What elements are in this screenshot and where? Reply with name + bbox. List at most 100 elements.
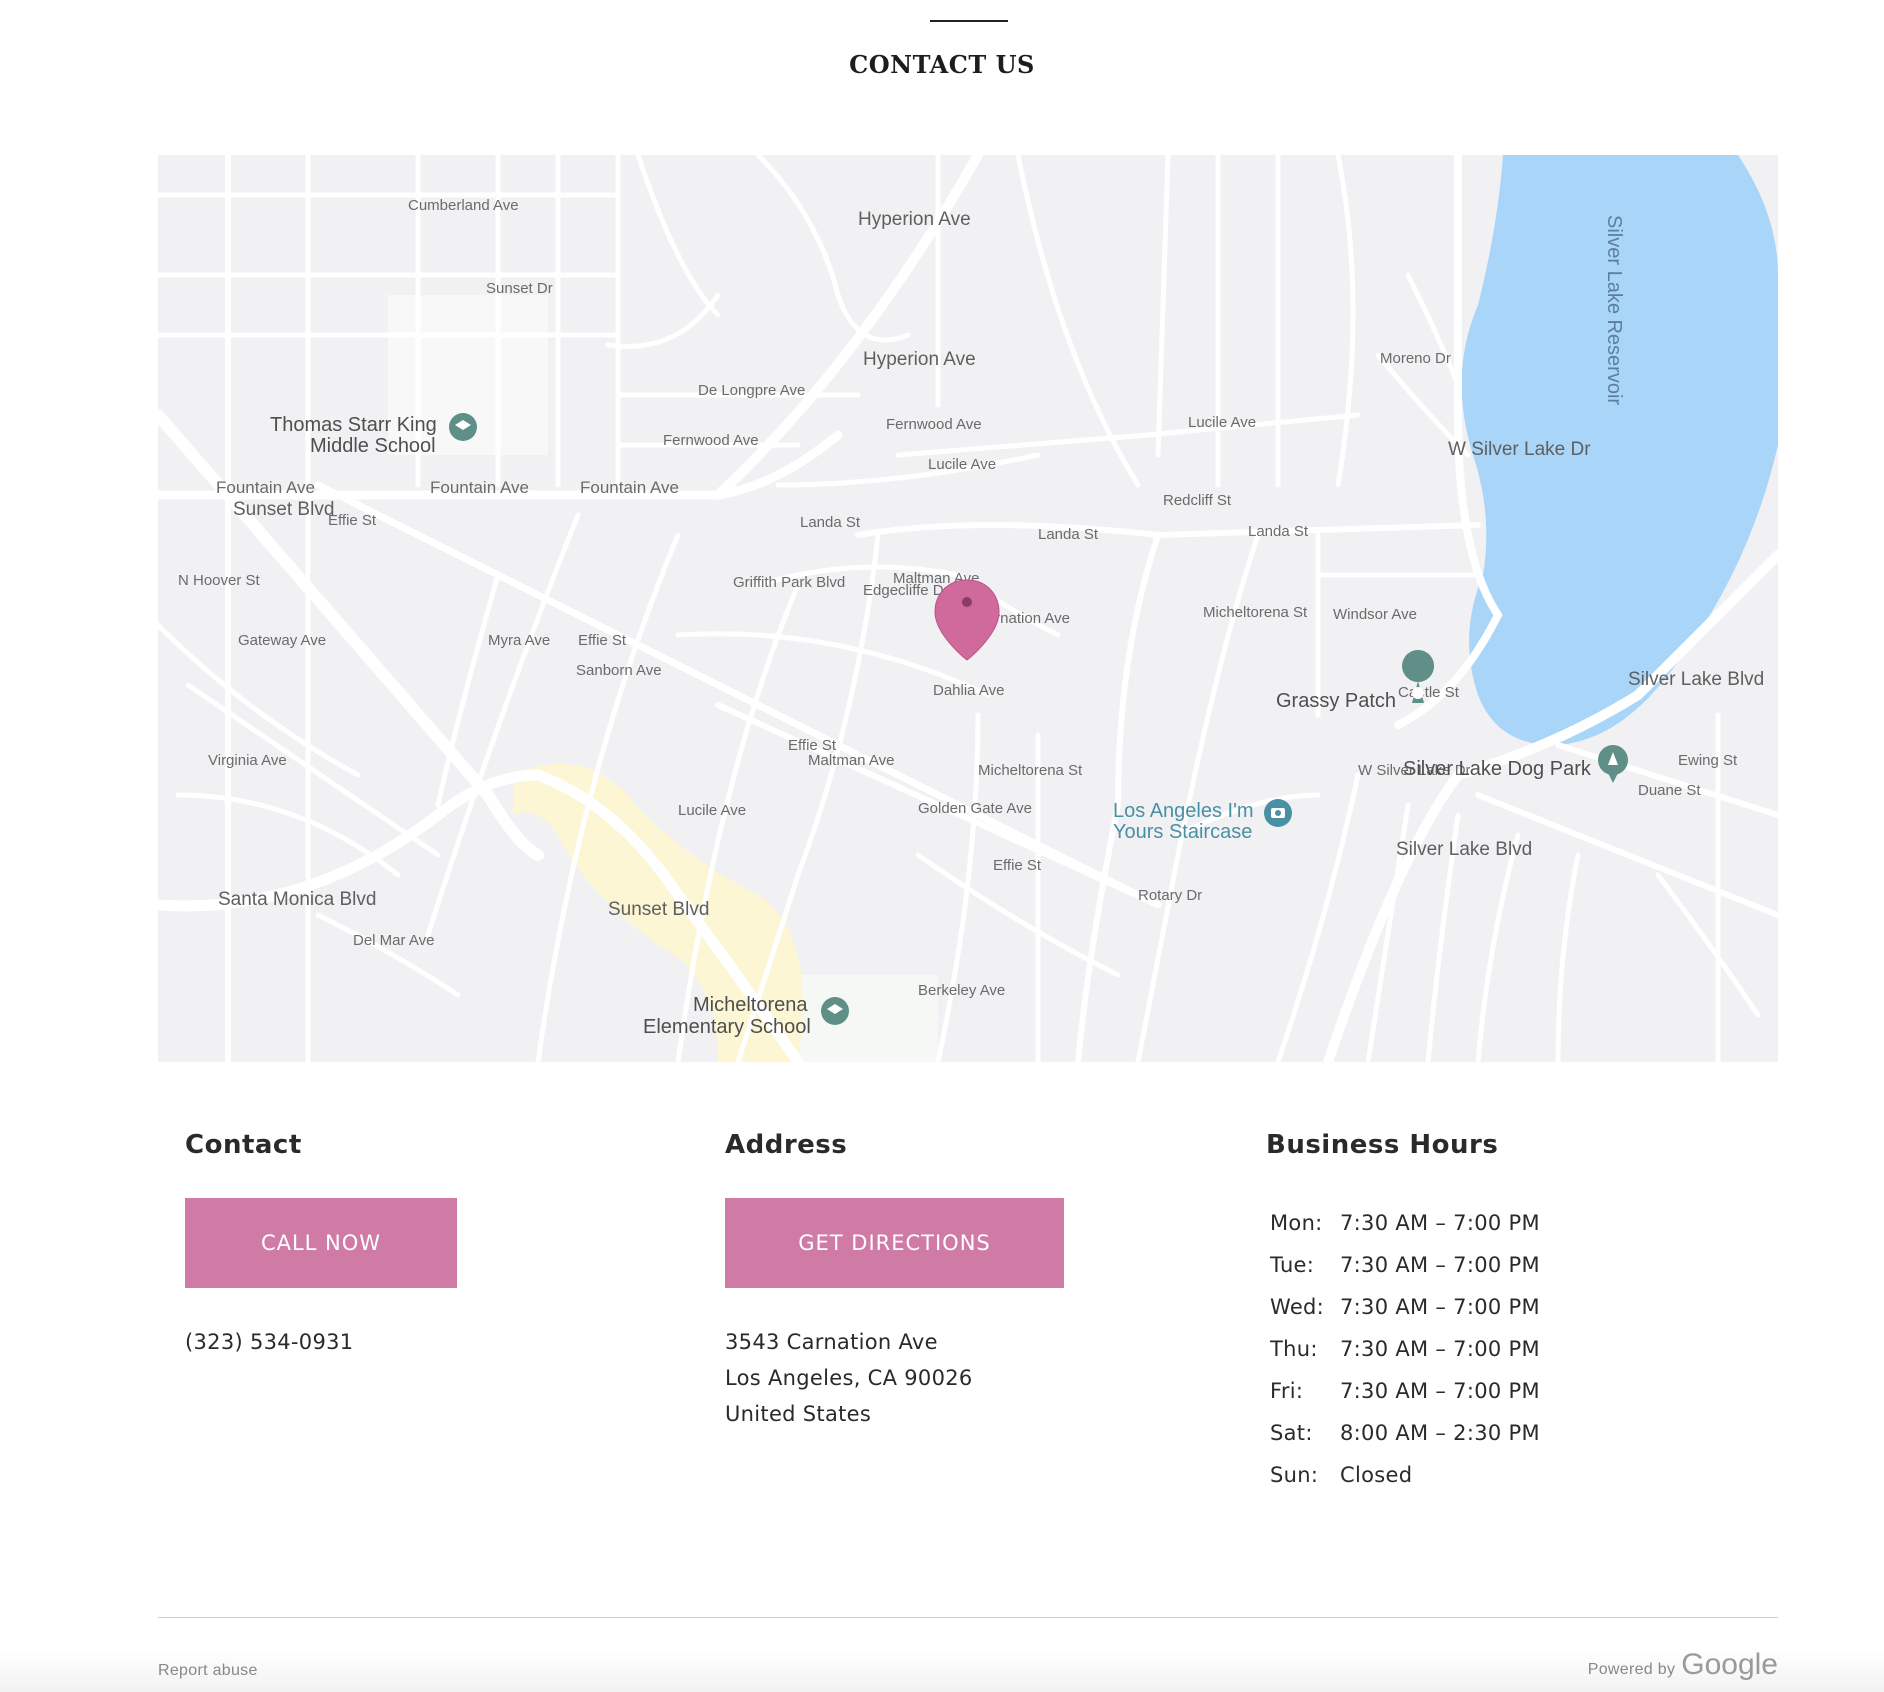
address-block: 3543 Carnation Ave Los Angeles, CA 90026… — [725, 1324, 973, 1432]
street-label: Lucile Ave — [678, 802, 746, 819]
location-pin-icon[interactable] — [934, 579, 1000, 661]
phone-number[interactable]: (323) 534-0931 — [185, 1324, 353, 1360]
contact-heading: Contact — [185, 1130, 302, 1160]
title-divider — [930, 20, 1008, 22]
street-label: Fernwood Ave — [663, 432, 759, 449]
poi-label: Grassy Patch — [1276, 690, 1396, 712]
powered-by-google: Powered by Google — [1588, 1648, 1778, 1682]
street-label: Micheltorena St — [1203, 604, 1308, 621]
hours-day: Wed: — [1270, 1295, 1325, 1319]
road-effie — [314, 481, 1162, 909]
street-label: Landa St — [1248, 523, 1309, 540]
school-icon[interactable] — [449, 413, 477, 441]
street-label: Golden Gate Ave — [918, 800, 1032, 817]
street-label: N Hoover St — [178, 572, 261, 589]
poi-label: Silver Lake Dog Park — [1403, 758, 1592, 780]
hours-row: Mon: 7:30 AM – 7:00 PM — [1266, 1202, 1540, 1244]
school-icon[interactable] — [821, 997, 849, 1025]
hours-row: Sat: 8:00 AM – 2:30 PM — [1266, 1412, 1540, 1454]
street-label: Lucile Ave — [1188, 414, 1256, 431]
hours-day: Thu: — [1270, 1337, 1318, 1361]
street-label: Fountain Ave — [430, 478, 529, 497]
hours-time: 7:30 AM – 7:00 PM — [1340, 1253, 1540, 1277]
street-label: Ewing St — [1678, 752, 1738, 769]
address-column: Address — [725, 1130, 847, 1160]
park-pin-icon[interactable] — [1598, 745, 1628, 783]
poi-label: Los Angeles I'm — [1113, 800, 1254, 822]
hours-row: Wed: 7:30 AM – 7:00 PM — [1266, 1286, 1540, 1328]
map-canvas[interactable]: Fountain Ave Fountain Ave Fountain Ave C… — [158, 155, 1778, 1062]
hours-time: Closed — [1340, 1463, 1413, 1487]
hours-day: Tue: — [1270, 1253, 1315, 1277]
poi-label: Yours Staircase — [1113, 821, 1252, 843]
street-label: Effie St — [328, 512, 377, 529]
get-directions-button[interactable]: GET DIRECTIONS — [725, 1198, 1064, 1288]
street-label: Sunset Blvd — [233, 499, 334, 520]
street-label: Myra Ave — [488, 632, 550, 649]
street-label: Redcliff St — [1163, 492, 1232, 509]
street-label: Fountain Ave — [580, 478, 679, 497]
poi-label: Elementary School — [643, 1016, 811, 1038]
street-label: Hyperion Ave — [858, 209, 971, 230]
poi-label: Micheltorena — [693, 994, 808, 1016]
hours-time: 7:30 AM – 7:00 PM — [1340, 1211, 1540, 1235]
street-label: Del Mar Ave — [353, 932, 434, 949]
street-label: Sanborn Ave — [576, 662, 662, 679]
page-title: CONTACT US — [849, 50, 1035, 79]
street-label: Cumberland Ave — [408, 197, 519, 214]
street-label: Fountain Ave — [216, 478, 315, 497]
street-label: Windsor Ave — [1333, 606, 1417, 623]
street-label: Moreno Dr — [1380, 350, 1451, 367]
hours-time: 7:30 AM – 7:00 PM — [1340, 1337, 1540, 1361]
street-label: Sunset Blvd — [608, 899, 709, 920]
street-label: Landa St — [1038, 526, 1099, 543]
street-label: Berkeley Ave — [918, 982, 1005, 999]
hours-row: Sun: Closed — [1266, 1454, 1540, 1496]
street-label: Virginia Ave — [208, 752, 287, 769]
map[interactable]: Fountain Ave Fountain Ave Fountain Ave C… — [158, 155, 1778, 1062]
address-line: 3543 Carnation Ave — [725, 1330, 938, 1354]
street-label: Hyperion Ave — [863, 349, 976, 370]
street-label: Sunset Dr — [486, 280, 553, 297]
hours-column: Business Hours — [1266, 1130, 1498, 1160]
road-ewing — [1555, 742, 1778, 818]
street-label: W Silver Lake Dr — [1448, 439, 1591, 460]
street-label: Silver Lake Blvd — [1628, 669, 1764, 690]
google-logo: Google — [1681, 1648, 1778, 1681]
poi-label: Thomas Starr King — [270, 414, 437, 436]
camera-icon[interactable] — [1264, 799, 1292, 827]
poi-label: Middle School — [310, 435, 436, 457]
street-label: Castle St — [1398, 684, 1460, 701]
street-label: Maltman Ave — [808, 752, 894, 769]
school-grounds-2 — [798, 975, 938, 1062]
hours-day: Sat: — [1270, 1421, 1313, 1445]
hours-row: Thu: 7:30 AM – 7:00 PM — [1266, 1328, 1540, 1370]
hours-day: Mon: — [1270, 1211, 1323, 1235]
street-label: Duane St — [1638, 782, 1701, 799]
street-label: Santa Monica Blvd — [218, 889, 376, 910]
street-label: De Longpre Ave — [698, 382, 805, 399]
call-now-button[interactable]: CALL NOW — [185, 1198, 457, 1288]
poi-label: Silver Lake Reservoir — [1603, 215, 1625, 405]
street-label: Rotary Dr — [1138, 887, 1202, 904]
hours-time: 7:30 AM – 7:00 PM — [1340, 1295, 1540, 1319]
powered-by-label: Powered by — [1587, 1661, 1676, 1678]
hours-day: Sun: — [1270, 1463, 1319, 1487]
hours-day: Fri: — [1270, 1379, 1304, 1403]
street-label: Micheltorena St — [978, 762, 1083, 779]
hours-table: Mon: 7:30 AM – 7:00 PM Tue: 7:30 AM – 7:00… — [1266, 1202, 1540, 1496]
street-label: Landa St — [800, 514, 861, 531]
address-line: Los Angeles, CA 90026 — [725, 1366, 973, 1390]
address-heading: Address — [725, 1130, 848, 1160]
hours-heading: Business Hours — [1266, 1130, 1499, 1160]
report-abuse-link[interactable]: Report abuse — [158, 1662, 258, 1680]
street-label: Dahlia Ave — [933, 682, 1004, 699]
street-label: Fernwood Ave — [886, 416, 982, 433]
street-label: Griffith Park Blvd — [733, 574, 845, 591]
street-label: Lucile Ave — [928, 456, 996, 473]
hours-time: 7:30 AM – 7:00 PM — [1340, 1379, 1540, 1403]
street-label: Gateway Ave — [238, 632, 326, 649]
street-label: Effie St — [993, 857, 1042, 874]
footer-divider — [158, 1617, 1778, 1618]
street-label: Silver Lake Blvd — [1396, 839, 1532, 860]
